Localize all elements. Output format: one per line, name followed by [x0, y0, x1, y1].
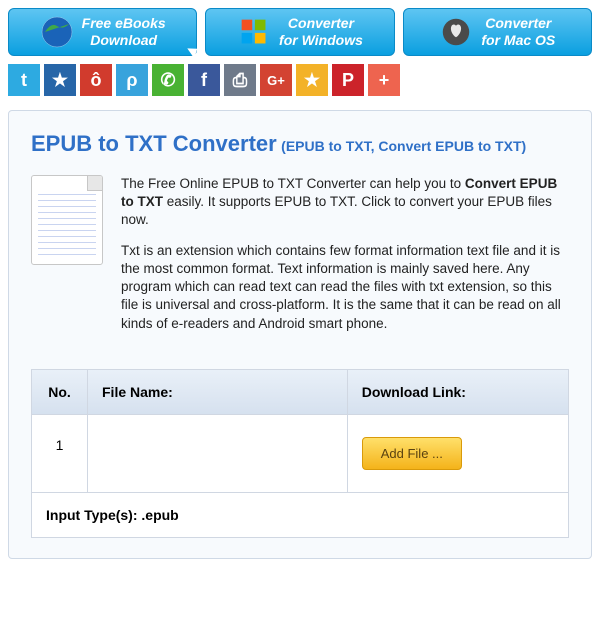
- mac-icon: [439, 15, 473, 49]
- row-download: Add File ...: [348, 415, 568, 492]
- row-filename: [88, 415, 348, 492]
- input-types-footer: Input Type(s): .epub: [32, 492, 568, 537]
- page-title: EPUB to TXT Converter: [31, 131, 277, 156]
- share-wechat-button[interactable]: ✆: [152, 64, 184, 96]
- intro-paragraph: The Free Online EPUB to TXT Converter ca…: [121, 175, 569, 230]
- converter-panel: EPUB to TXT Converter (EPUB to TXT, Conv…: [8, 110, 592, 559]
- detail-paragraph: Txt is an extension which contains few f…: [121, 242, 569, 333]
- col-filename-header: File Name:: [88, 370, 348, 414]
- col-no-header: No.: [32, 370, 88, 414]
- top-button-bar: Free eBooks Download Converter for Windo…: [8, 8, 592, 56]
- windows-icon: [237, 15, 271, 49]
- globe-icon: [40, 15, 74, 49]
- converter-mac-button[interactable]: Converter for Mac OS: [403, 8, 592, 56]
- panel-heading: EPUB to TXT Converter (EPUB to TXT, Conv…: [31, 131, 569, 157]
- table-row: 1 Add File ...: [32, 414, 568, 492]
- share-gplus-button[interactable]: G+: [260, 64, 292, 96]
- intro-post: easily. It supports EPUB to TXT. Click t…: [121, 194, 552, 227]
- file-table: No. File Name: Download Link: 1 Add File…: [31, 369, 569, 538]
- col-download-header: Download Link:: [348, 370, 568, 414]
- share-more-button[interactable]: +: [368, 64, 400, 96]
- page-subtitle: (EPUB to TXT, Convert EPUB to TXT): [281, 138, 526, 154]
- button-label: Converter for Mac OS: [481, 15, 555, 49]
- share-twitter-button[interactable]: t: [8, 64, 40, 96]
- row-number: 1: [32, 415, 88, 492]
- free-ebooks-button[interactable]: Free eBooks Download: [8, 8, 197, 56]
- share-pinterest-button[interactable]: P: [332, 64, 364, 96]
- button-label: Converter for Windows: [279, 15, 363, 49]
- table-header-row: No. File Name: Download Link:: [32, 370, 568, 414]
- share-bar: t★ôρ✆f⎙G+★P+: [8, 64, 592, 96]
- description-block: The Free Online EPUB to TXT Converter ca…: [31, 175, 569, 345]
- share-facebook-button[interactable]: f: [188, 64, 220, 96]
- txt-file-icon: [31, 175, 103, 265]
- button-label: Free eBooks Download: [82, 15, 166, 49]
- intro-pre: The Free Online EPUB to TXT Converter ca…: [121, 176, 465, 191]
- description-text: The Free Online EPUB to TXT Converter ca…: [121, 175, 569, 345]
- add-file-button[interactable]: Add File ...: [362, 437, 462, 470]
- share-weibo-button[interactable]: ô: [80, 64, 112, 96]
- share-qzone-button[interactable]: ★: [44, 64, 76, 96]
- share-fav-button[interactable]: ★: [296, 64, 328, 96]
- share-tencent-button[interactable]: ρ: [116, 64, 148, 96]
- converter-windows-button[interactable]: Converter for Windows: [205, 8, 394, 56]
- share-print-button[interactable]: ⎙: [224, 64, 256, 96]
